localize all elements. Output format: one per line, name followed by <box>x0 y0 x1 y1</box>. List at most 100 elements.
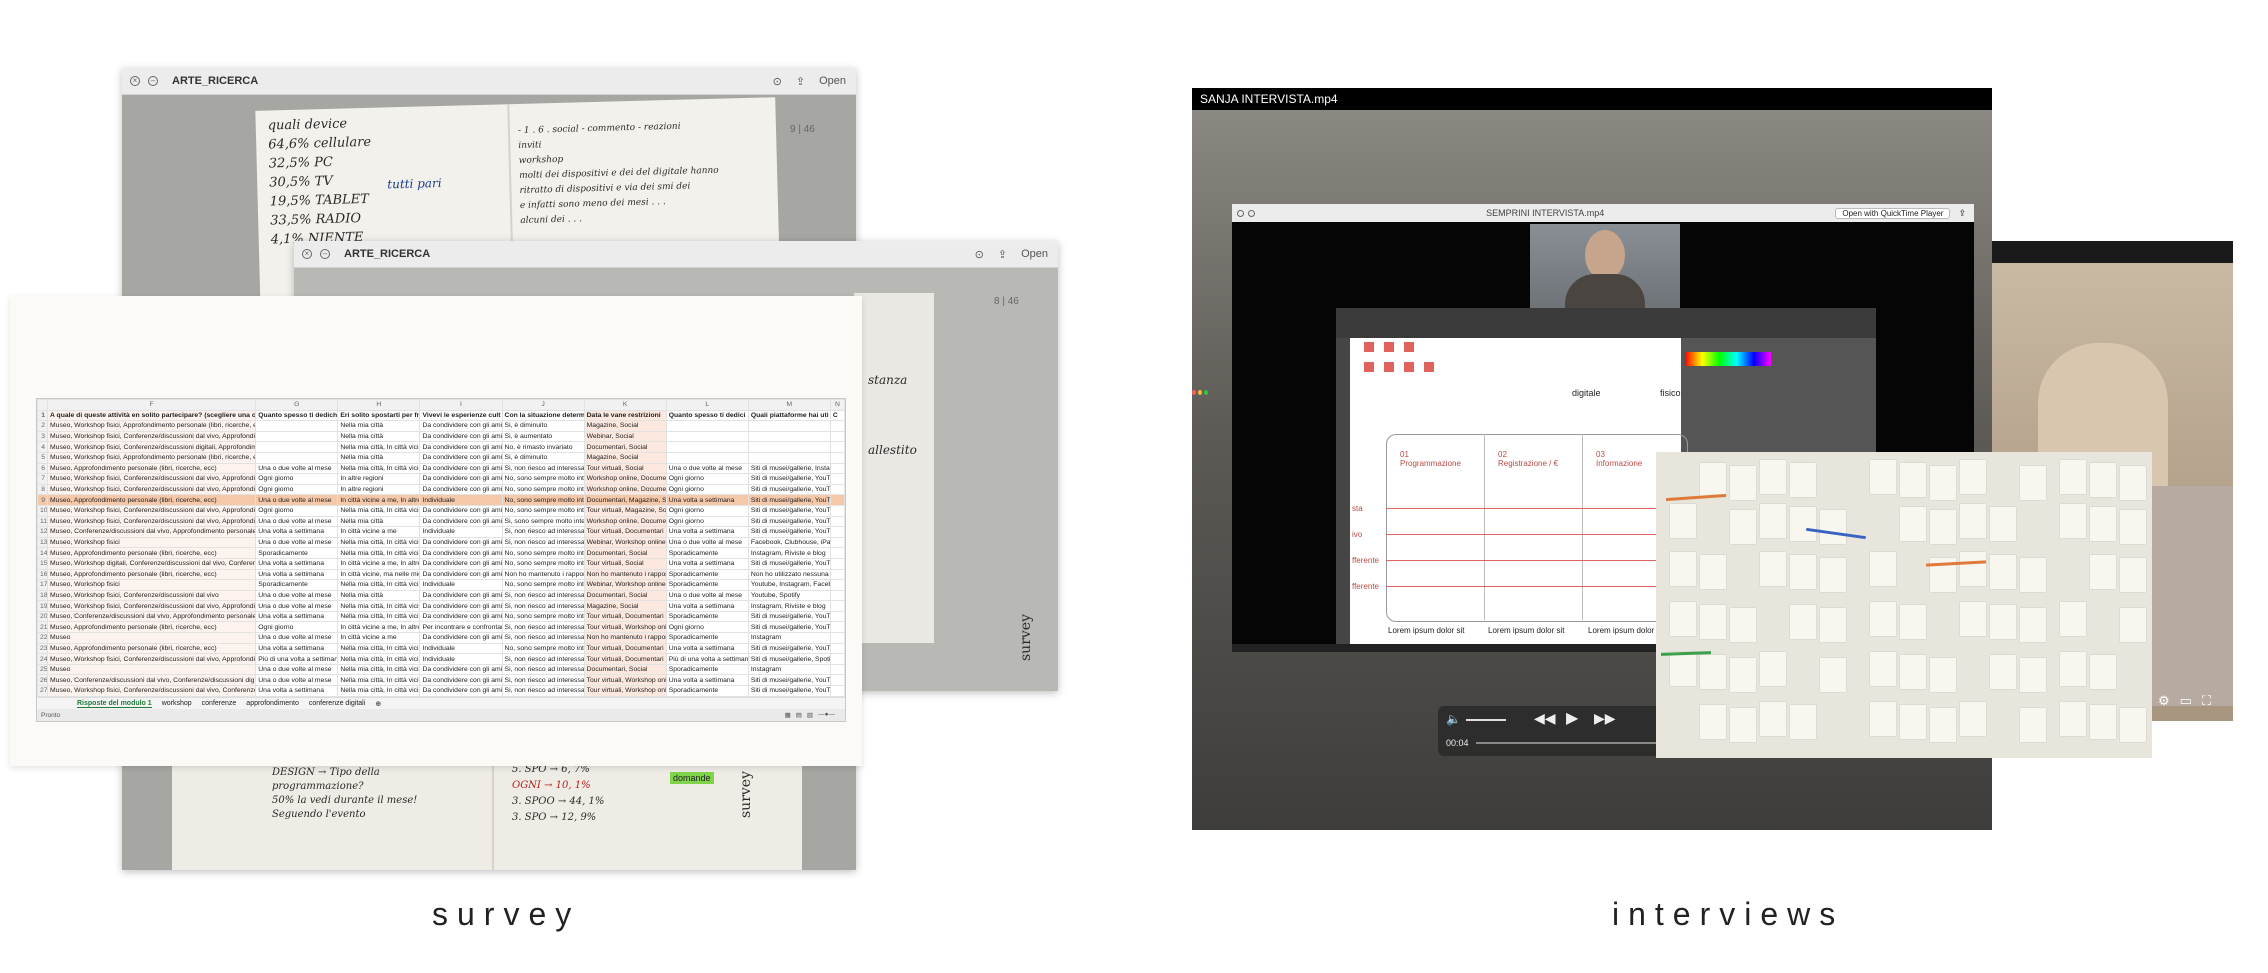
row-number[interactable]: 12 <box>37 526 48 538</box>
table-cell[interactable]: Da condividere con gli amici <box>419 610 503 623</box>
table-cell[interactable]: Siti di musei/gallerie, YouT <box>747 674 831 687</box>
table-cell[interactable]: Nella mia città, In città vicin <box>337 462 421 475</box>
table-cell[interactable]: Nella mia città, In città vicin <box>337 504 421 517</box>
table-cell[interactable]: Documentari, Social <box>583 663 667 676</box>
table-cell[interactable]: Da condividere con gli amici <box>419 536 503 549</box>
table-cell[interactable]: Ogni giorno <box>665 483 749 496</box>
rewind-icon[interactable]: ◀◀ <box>1534 710 1556 727</box>
table-cell[interactable] <box>665 430 749 443</box>
table-row[interactable]: 2 Museo, Workshop fisici, Approfondimento… <box>37 420 845 432</box>
table-cell[interactable]: No, sono sempre molto inte <box>501 504 585 517</box>
table-cell[interactable]: Tour virtuali, Social <box>583 557 667 570</box>
table-cell[interactable]: Una o due volte al mese <box>255 536 339 549</box>
table-cell[interactable] <box>829 568 845 581</box>
table-cell[interactable]: Una volta a settimana <box>665 642 749 655</box>
markup-icon[interactable]: ⊙ <box>773 75 782 88</box>
table-row[interactable]: 22 Museo Una o due volte al mese In città v… <box>37 632 845 644</box>
table-cell[interactable]: Museo, Workshop fisici <box>46 536 257 549</box>
table-cell[interactable]: Museo <box>46 663 257 676</box>
table-cell[interactable]: Webinar, Social <box>583 430 667 443</box>
table-row[interactable]: 17 Museo, Workshop fisici Sporadicamente Ne… <box>37 579 845 591</box>
row-number[interactable]: 10 <box>37 504 48 517</box>
page-layout-icon[interactable]: ▤ <box>796 711 802 719</box>
table-cell[interactable]: Webinar, Workshop online <box>583 579 667 591</box>
row-number[interactable]: 3 <box>37 430 48 443</box>
table-cell[interactable]: Eri solito spostarti per fr <box>337 409 421 422</box>
table-cell[interactable]: No, sono sempre molto inte <box>501 547 585 559</box>
table-row[interactable]: 20 Museo, Conferenze/discussioni dal vivo… <box>37 610 845 623</box>
row-number[interactable]: 16 <box>37 568 48 581</box>
table-cell[interactable]: Si, non riesco ad interessa <box>501 674 585 687</box>
table-cell[interactable]: Individuale <box>419 526 503 538</box>
table-cell[interactable]: Instagram, Riviste e blog <box>747 600 831 612</box>
table-cell[interactable]: Più di una volta a settimana <box>665 653 749 665</box>
row-number[interactable]: 15 <box>37 557 48 570</box>
table-cell[interactable]: Individuale <box>419 494 503 506</box>
column-header[interactable] <box>37 399 48 411</box>
table-cell[interactable]: Ogni giorno <box>255 483 339 496</box>
table-cell[interactable]: Siti di musei/gallerie, YouT <box>747 621 831 634</box>
table-cell[interactable]: Nella mia città, In città vicin <box>337 600 421 612</box>
table-cell[interactable]: Museo, Approfondimento personale (libri,… <box>46 642 257 655</box>
table-cell[interactable]: Museo, Workshop fisici, Approfondimento … <box>46 451 257 464</box>
table-cell[interactable]: No, sono sempre molto inte <box>501 473 585 485</box>
table-cell[interactable]: Museo <box>46 632 257 644</box>
table-cell[interactable]: Nella mia città <box>337 430 421 443</box>
row-number[interactable]: 7 <box>37 473 48 485</box>
table-cell[interactable]: Da condividere con gli amici <box>419 685 503 697</box>
table-cell[interactable]: Magazine, Social <box>583 451 667 464</box>
table-cell[interactable] <box>829 420 845 432</box>
table-cell[interactable]: Nella mia città, In città vicin <box>337 685 421 697</box>
table-cell[interactable] <box>829 579 845 591</box>
table-cell[interactable]: Tour virtuali, Workshop onl <box>583 621 667 634</box>
table-cell[interactable]: Data le vane restrizioni <box>583 409 667 422</box>
column-header[interactable]: I <box>419 399 503 411</box>
table-cell[interactable]: Tour virtuali, Workshop onl <box>583 685 667 697</box>
table-cell[interactable]: Non ho mantenuto i rappor <box>501 568 585 581</box>
table-cell[interactable]: Magazine, Social <box>583 600 667 612</box>
table-cell[interactable]: Nella mia città <box>337 420 421 432</box>
table-cell[interactable] <box>829 430 845 443</box>
table-cell[interactable]: Una volta a settimana <box>255 610 339 623</box>
column-header[interactable]: F <box>46 399 257 411</box>
table-cell[interactable]: A quale di queste attività en solito par… <box>46 409 257 422</box>
table-cell[interactable]: Si, non riesco ad interessa <box>501 685 585 697</box>
row-number[interactable]: 22 <box>37 632 48 644</box>
table-cell[interactable]: Una o due volte al mese <box>255 589 339 602</box>
sheet-tab[interactable]: workshop <box>162 700 192 707</box>
table-cell[interactable] <box>829 685 845 697</box>
row-number[interactable]: 24 <box>37 653 48 665</box>
table-cell[interactable]: Nella mia città, In città vicin <box>337 441 421 453</box>
sheet-tab[interactable]: conferenze digitali <box>309 700 365 707</box>
table-cell[interactable]: Da condividere con gli amici <box>419 589 503 602</box>
table-cell[interactable]: Da condividere con gli amici <box>419 483 503 496</box>
table-cell[interactable]: Nella mia città <box>337 589 421 602</box>
table-row[interactable]: 12 Museo, Conferenze/discussioni dal vivo… <box>37 526 845 538</box>
table-cell[interactable]: No, sono sempre molto inte <box>501 557 585 570</box>
table-cell[interactable]: Sporadicamente <box>665 632 749 644</box>
table-cell[interactable] <box>829 462 845 475</box>
table-cell[interactable]: Una volta a settimana <box>665 600 749 612</box>
table-cell[interactable]: Non ho mantenuto i rappor <box>583 632 667 644</box>
table-cell[interactable]: Una volta a settimana <box>255 526 339 538</box>
table-cell[interactable]: Sporadicamente <box>665 568 749 581</box>
table-cell[interactable]: Da condividere con gli amici <box>419 557 503 570</box>
table-cell[interactable]: Nella mia città <box>337 451 421 464</box>
table-row[interactable]: 19 Museo, Workshop fisici, Conferenze/dis… <box>37 600 845 612</box>
table-cell[interactable] <box>829 494 845 506</box>
table-cell[interactable] <box>829 674 845 687</box>
table-cell[interactable]: Tour virtuali, Magazine, Soc <box>583 504 667 517</box>
table-cell[interactable]: Documentari, Social <box>583 441 667 453</box>
table-cell[interactable]: Da condividere con gli amici <box>419 462 503 475</box>
row-number[interactable]: 2 <box>37 420 48 432</box>
open-quicktime-button[interactable]: Open with QuickTime Player <box>1835 207 1951 219</box>
table-cell[interactable]: Siti di musei/gallerie, YouT <box>747 642 831 655</box>
table-cell[interactable] <box>829 515 845 528</box>
table-cell[interactable]: Sporadicamente <box>665 685 749 697</box>
table-cell[interactable]: Da condividere con gli amici <box>419 515 503 528</box>
table-cell[interactable]: Da condividere con gli amici <box>419 420 503 432</box>
table-cell[interactable]: In altre regioni <box>337 473 421 485</box>
table-cell[interactable] <box>829 483 845 496</box>
table-cell[interactable]: Non ho utilizzato nessuna <box>747 568 831 581</box>
share-icon[interactable]: ⇪ <box>998 248 1007 261</box>
